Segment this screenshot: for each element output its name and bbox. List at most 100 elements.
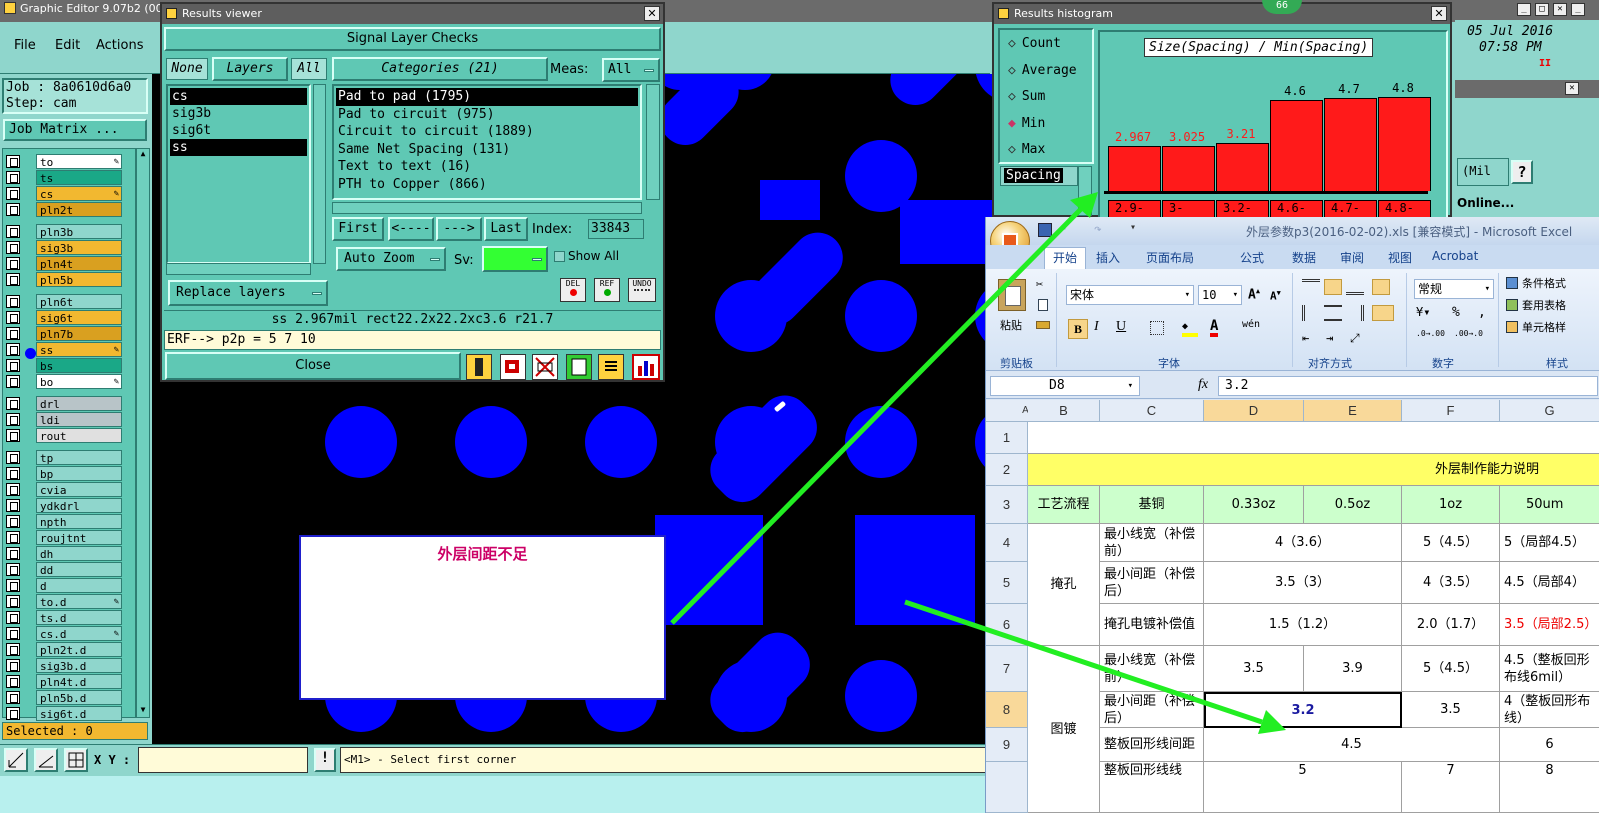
layer-checkbox[interactable] — [6, 225, 20, 238]
font-size-select[interactable]: 10 ▾ — [1198, 285, 1242, 305]
layer-checkbox[interactable] — [6, 257, 20, 270]
currency-icon[interactable]: ¥▾ — [1416, 305, 1430, 319]
layer-checkbox[interactable] — [6, 171, 20, 184]
close-icon[interactable]: ✕ — [1553, 3, 1567, 16]
rv-layer-item[interactable]: ss — [170, 139, 307, 156]
sheet-cell[interactable]: 最小线宽（补偿前） — [1100, 524, 1204, 562]
qat-dropdown-icon[interactable]: ▾ — [1130, 222, 1136, 233]
align-left-icon[interactable] — [1302, 305, 1320, 321]
sheet-cell[interactable]: 4.5（整板回形布线6mil） — [1500, 646, 1599, 692]
bold-icon[interactable]: B — [1068, 319, 1088, 339]
layer-row-ts.d[interactable]: ts.d — [6, 610, 122, 625]
layer-row-pln3b[interactable]: pln3b — [6, 224, 122, 239]
all-button[interactable]: All — [291, 58, 327, 80]
layer-row-pln6t[interactable]: pln6t — [6, 294, 122, 309]
increase-indent-icon[interactable]: ⇥ — [1326, 331, 1333, 345]
sheet-cell[interactable]: 最小间距（补偿后） — [1100, 562, 1204, 604]
fx-icon[interactable]: fx — [1198, 377, 1208, 393]
stat-option-max[interactable]: Max — [1008, 142, 1045, 157]
row-header[interactable]: 4 — [986, 524, 1028, 562]
sheet-cell[interactable]: 3.9 — [1304, 646, 1402, 692]
warning-button[interactable]: ! — [314, 748, 336, 772]
layer-checkbox[interactable] — [6, 295, 20, 308]
layer-row-d[interactable]: d — [6, 578, 122, 593]
ribbon-tab-3[interactable]: 公式 — [1240, 249, 1264, 266]
format-painter-icon[interactable] — [1036, 321, 1050, 329]
sheet-cell[interactable]: 3.2 — [1204, 692, 1402, 728]
layer-checkbox[interactable] — [6, 563, 20, 576]
category-hscroll[interactable] — [332, 202, 642, 214]
align-right-icon[interactable] — [1346, 305, 1364, 321]
histogram-bar[interactable] — [1162, 146, 1215, 191]
layer-checkbox[interactable] — [6, 429, 20, 442]
histogram-scrollbar[interactable] — [1078, 166, 1092, 216]
row-header[interactable]: 8 — [986, 692, 1028, 728]
category-item[interactable]: PTH to Copper (866) — [336, 176, 638, 194]
redo-icon[interactable]: ↷ — [1094, 222, 1102, 237]
sheet-cell[interactable]: 图镀 — [1028, 646, 1100, 813]
layer-list-scrollbar[interactable]: ▲ ▼ — [136, 148, 150, 718]
layer-checkbox[interactable] — [6, 531, 20, 544]
layer-row-to[interactable]: to ✎ — [6, 154, 122, 169]
prev-button[interactable]: <---- — [388, 217, 434, 241]
sheet-cell[interactable]: 7 — [1402, 762, 1500, 813]
sheet-cell[interactable]: 4（3.5） — [1402, 562, 1500, 604]
close-icon-2[interactable]: ✕ — [1565, 82, 1579, 95]
none-button[interactable]: None — [166, 58, 208, 80]
row-header[interactable]: 9 — [986, 728, 1028, 762]
sheet-cell[interactable] — [1028, 422, 1599, 454]
scroll-down-arrow[interactable]: ▼ — [137, 705, 149, 717]
ribbon-tab-1[interactable]: 插入 — [1096, 249, 1120, 266]
layer-row-rout[interactable]: rout — [6, 428, 122, 443]
job-matrix-button[interactable]: Job Matrix ... — [3, 119, 147, 141]
rv-layer-item[interactable]: sig6t — [170, 122, 307, 139]
layer-row-npth[interactable]: npth — [6, 514, 122, 529]
toolbar-icon-4[interactable] — [566, 354, 592, 380]
auto-zoom-dropdown[interactable]: Auto Zoom — [336, 247, 446, 271]
layer-row-bp[interactable]: bp — [6, 466, 122, 481]
layer-list-vscroll[interactable] — [313, 84, 326, 264]
layer-checkbox[interactable] — [6, 627, 20, 640]
row-header[interactable]: 3 — [986, 486, 1028, 524]
layer-checkbox[interactable] — [6, 547, 20, 560]
sv-color-dropdown[interactable] — [482, 246, 548, 272]
toolbar-icon-1[interactable] — [466, 354, 492, 380]
layer-row-ldi[interactable]: ldi — [6, 412, 122, 427]
comma-icon[interactable]: , — [1478, 305, 1486, 320]
style-button-0[interactable]: 条件格式 — [1522, 275, 1566, 291]
border-icon[interactable] — [1150, 321, 1164, 335]
table-format-icon[interactable] — [1506, 299, 1518, 311]
layer-checkbox[interactable] — [6, 241, 20, 254]
layer-row-sig3b.d[interactable]: sig3b.d — [6, 658, 122, 673]
menu-file[interactable]: File — [14, 38, 36, 53]
row-header[interactable]: 5 — [986, 562, 1028, 604]
sheet-cell[interactable]: 1.5（1.2） — [1204, 604, 1402, 646]
layer-row-ss[interactable]: ss ✎ — [6, 342, 122, 357]
fill-color-icon[interactable]: ◆ — [1182, 321, 1198, 337]
layer-checkbox[interactable] — [6, 595, 20, 608]
layer-row-bs[interactable]: bs — [6, 358, 122, 373]
layer-checkbox[interactable] — [6, 515, 20, 528]
layer-row-pln7b[interactable]: pln7b — [6, 326, 122, 341]
conditional-format-icon[interactable] — [1506, 277, 1518, 289]
font-color-icon[interactable]: A — [1210, 319, 1219, 337]
ribbon-tab-4[interactable]: 数据 — [1292, 249, 1316, 266]
row-header[interactable]: 1 — [986, 422, 1028, 454]
layer-row-dd[interactable]: dd — [6, 562, 122, 577]
save-icon[interactable] — [1038, 223, 1052, 237]
toolbar-icon-5[interactable] — [598, 354, 624, 380]
align-middle-icon[interactable] — [1324, 279, 1342, 295]
row-header[interactable] — [986, 762, 1028, 813]
histogram-bar[interactable] — [1108, 146, 1161, 191]
layer-checkbox[interactable] — [6, 643, 20, 656]
layer-row-pln4t.d[interactable]: pln4t.d — [6, 674, 122, 689]
layer-row-pln2t.d[interactable]: pln2t.d — [6, 642, 122, 657]
close-icon[interactable]: ✕ — [1431, 6, 1447, 21]
align-bottom-icon[interactable] — [1346, 279, 1364, 295]
sheet-cell[interactable]: 4（3.6） — [1204, 524, 1402, 562]
layer-row-to.d[interactable]: to.d ✎ — [6, 594, 122, 609]
histogram-bar[interactable] — [1216, 143, 1269, 191]
italic-icon[interactable]: I — [1094, 319, 1099, 335]
underline-icon[interactable]: U — [1116, 319, 1126, 335]
stat-option-min[interactable]: Min — [1008, 116, 1045, 131]
